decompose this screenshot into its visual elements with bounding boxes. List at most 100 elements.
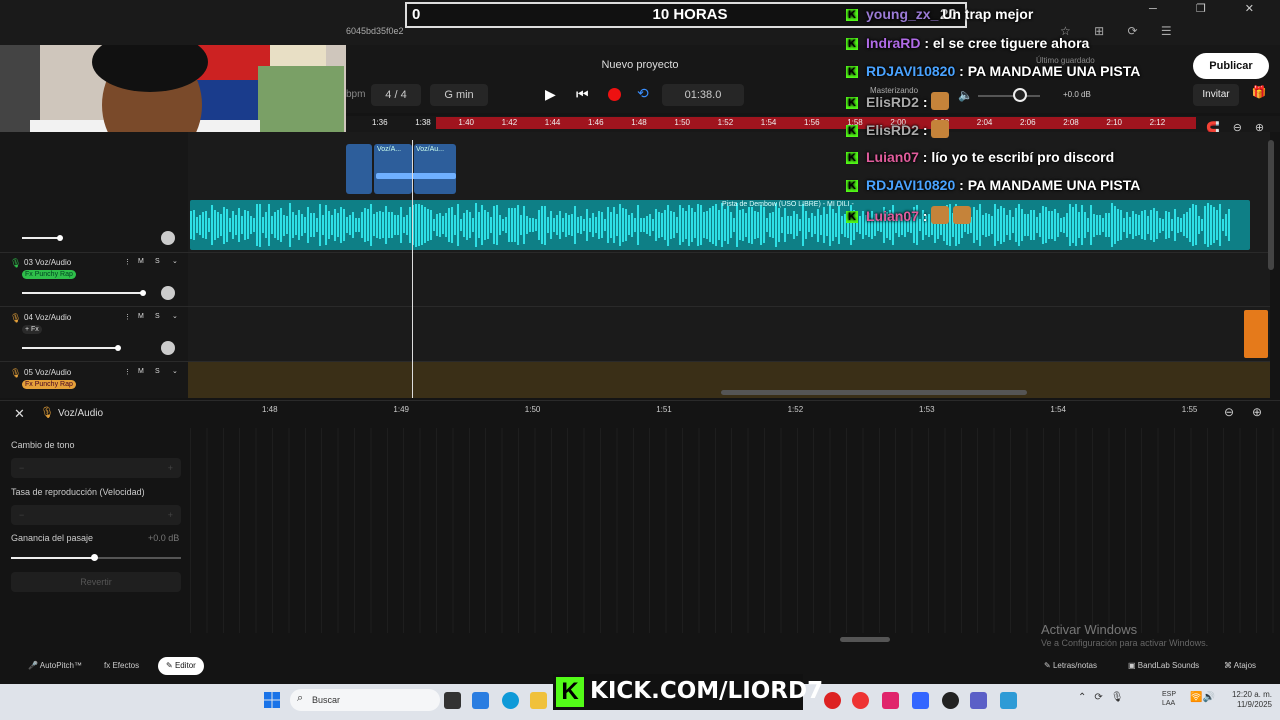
waveform-bar — [226, 208, 228, 242]
horizontal-scrollbar[interactable] — [721, 390, 1027, 395]
track-02-fader-knob[interactable] — [57, 235, 63, 241]
vertical-scrollbar[interactable] — [1268, 140, 1274, 270]
waveform-bar — [592, 212, 594, 238]
audio-clip[interactable] — [346, 144, 372, 194]
playhead[interactable] — [412, 140, 413, 398]
plus-icon[interactable]: + — [168, 458, 173, 478]
file-explorer-icon[interactable] — [530, 692, 547, 709]
tiktok-icon[interactable] — [882, 692, 899, 709]
chevron-down-icon[interactable]: ⌄ — [172, 367, 178, 375]
solo-button[interactable]: S — [155, 258, 160, 265]
track-03-pan-knob[interactable] — [161, 286, 175, 300]
windows-start-icon[interactable] — [264, 692, 280, 708]
taskbar-search-input[interactable]: Buscar — [290, 689, 440, 711]
autopitch-button[interactable]: 🎤 AutoPitch™ — [20, 657, 90, 675]
waveform-bar — [343, 208, 345, 242]
track-04-pan-knob[interactable] — [161, 341, 175, 355]
track-04-fader-knob[interactable] — [115, 345, 121, 351]
gift-icon[interactable]: 🎁 — [1248, 85, 1270, 105]
editor-zoom-controls[interactable]: ⊖⊕ — [1224, 405, 1280, 419]
invite-button[interactable]: Invitar — [1193, 84, 1239, 106]
system-tray-icons[interactable]: ⌃⟳🎙 — [1078, 692, 1131, 703]
waveform-bar — [1129, 216, 1131, 234]
waveform-bar — [1201, 218, 1203, 232]
task-view-icon[interactable] — [444, 692, 461, 709]
minus-icon[interactable]: − — [19, 510, 24, 520]
loop-icon[interactable]: ⟲ — [637, 85, 649, 102]
ruler-tick-label: 1:46 — [588, 118, 604, 127]
track-menu-icon[interactable]: ⋮ — [124, 313, 131, 321]
bandlab-sounds-button[interactable]: ▣ BandLab Sounds — [1120, 657, 1207, 675]
language-indicator[interactable]: ESP LAA — [1162, 690, 1176, 708]
track-02-fader[interactable] — [22, 237, 60, 239]
chevron-down-icon[interactable]: ⌄ — [172, 312, 178, 320]
project-name[interactable]: Nuevo proyecto — [560, 59, 720, 71]
mute-button[interactable]: M — [138, 368, 144, 375]
network-sound-icons[interactable]: 🛜🔊 — [1190, 692, 1215, 703]
track-04-header[interactable]: 🎙 04 Voz/Audio + Fx ⋮ M S ⌄ — [0, 310, 188, 360]
track-03-fader-knob[interactable] — [140, 290, 146, 296]
master-volume-knob[interactable] — [1013, 88, 1027, 102]
fx-badge[interactable]: Fx Punchy Rap — [22, 270, 76, 279]
waveform-bar — [1204, 205, 1206, 245]
key-selector[interactable]: G min — [430, 84, 488, 106]
obs-icon[interactable] — [942, 692, 959, 709]
track-03-fader[interactable] — [22, 292, 142, 294]
notepad-icon[interactable] — [1000, 692, 1017, 709]
revert-button[interactable]: Revertir — [11, 572, 181, 592]
mute-button[interactable]: M — [138, 313, 144, 320]
track-03-header[interactable]: 🎙 03 Voz/Audio Fx Punchy Rap ⋮ M S ⌄ — [0, 255, 188, 305]
track-02-pan-knob[interactable] — [161, 231, 175, 245]
track-04-fader[interactable] — [22, 347, 118, 349]
beat-clip-waveform[interactable] — [190, 200, 1250, 250]
chat-message: K Luian07 : — [846, 206, 975, 224]
minus-icon[interactable]: − — [19, 463, 24, 473]
rewind-icon[interactable]: ⏮ — [576, 86, 589, 103]
chevron-down-icon[interactable]: ⌄ — [172, 257, 178, 265]
shortcuts-button[interactable]: ⌘ Atajos — [1216, 657, 1264, 675]
waveform-bar — [826, 214, 828, 236]
rate-stepper[interactable]: − + — [11, 505, 181, 525]
waveform-bar — [613, 207, 615, 243]
waveform-bar — [1006, 214, 1008, 236]
emote-icon — [931, 120, 950, 138]
taskbar-clock[interactable]: 12:20 a. m. 11/9/2025 — [1228, 690, 1272, 710]
effects-button[interactable]: fx Efectos — [96, 657, 147, 675]
editor-scrollbar[interactable] — [840, 637, 890, 642]
pitch-stepper[interactable]: − + — [11, 458, 181, 478]
fx-badge[interactable]: Fx Punchy Rap — [22, 380, 76, 389]
audio-clip-orange[interactable] — [1244, 310, 1268, 358]
track-menu-icon[interactable]: ⋮ — [124, 258, 131, 266]
app-icon[interactable] — [824, 692, 841, 709]
editor-button[interactable]: ✎ Editor — [158, 657, 204, 675]
editor-grid[interactable] — [190, 428, 1278, 633]
store-icon[interactable] — [472, 692, 489, 709]
teams-icon[interactable] — [970, 692, 987, 709]
edge-icon[interactable] — [502, 692, 519, 709]
waveform-bar — [448, 208, 450, 242]
app-icon[interactable] — [912, 692, 929, 709]
lyrics-button[interactable]: ✎ Letras/notas — [1036, 657, 1105, 675]
publish-button[interactable]: Publicar — [1193, 53, 1269, 79]
track-05-header[interactable]: 🎙 05 Voz/Audio Fx Punchy Rap ⋮ M S ⌄ — [0, 365, 188, 397]
record-icon[interactable] — [608, 88, 621, 101]
volume-icon[interactable]: 🔈 — [958, 88, 973, 102]
mute-button[interactable]: M — [138, 258, 144, 265]
bandlab-label: BandLab Sounds — [1137, 661, 1200, 670]
close-icon[interactable]: ✕ — [14, 406, 25, 422]
ruler-tick-label: 1:42 — [501, 118, 518, 127]
waveform-bar — [256, 203, 258, 247]
play-icon[interactable]: ▶ — [545, 86, 556, 103]
window-controls[interactable]: ─ ❐ ✕ — [1149, 2, 1272, 15]
waveform-bar — [571, 214, 573, 236]
keyboard-layout: LAA — [1162, 700, 1176, 707]
master-volume-slider[interactable] — [978, 95, 1040, 97]
time-signature[interactable]: 4 / 4 — [371, 84, 421, 106]
solo-button[interactable]: S — [155, 368, 160, 375]
plus-icon[interactable]: + — [168, 505, 173, 525]
clock-date: 11/9/2025 — [1237, 700, 1272, 709]
track-menu-icon[interactable]: ⋮ — [124, 368, 131, 376]
solo-button[interactable]: S — [155, 313, 160, 320]
chrome-icon[interactable] — [852, 692, 869, 709]
add-fx-button[interactable]: + Fx — [22, 325, 42, 334]
